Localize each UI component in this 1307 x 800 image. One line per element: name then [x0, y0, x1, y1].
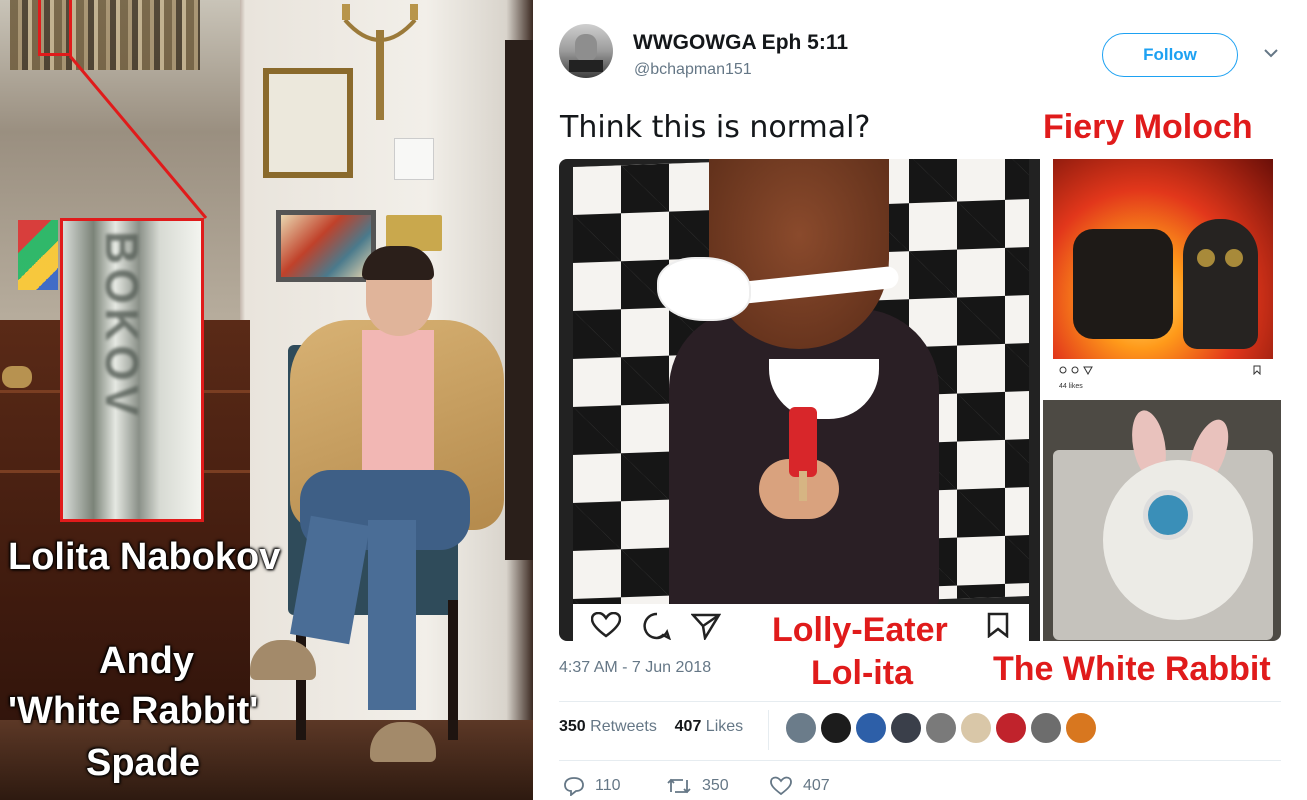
rabbit-eye	[1143, 490, 1193, 540]
caption-person-line2: 'White Rabbit'	[8, 690, 259, 732]
instagram-action-bar-small: 44 likes	[1053, 359, 1273, 397]
owl-eye	[1225, 249, 1243, 267]
user-handle[interactable]: @bchapman151	[634, 61, 752, 79]
liker-avatar[interactable]	[855, 712, 887, 744]
caption-book: Lolita Nabokov	[8, 536, 281, 578]
zoom-inset-text: BOKOV	[96, 231, 148, 420]
liker-avatar[interactable]	[785, 712, 817, 744]
follow-button[interactable]: Follow	[1102, 33, 1238, 77]
like-count: 407	[803, 777, 830, 794]
ig-likes-count: 44 likes	[1059, 383, 1083, 390]
tweet-actions: 110 350 407	[559, 776, 959, 800]
tweet-text: Think this is normal?	[560, 110, 871, 145]
tweet-stats: 350 Retweets 407 Likes	[559, 718, 743, 736]
retweet-icon	[667, 778, 691, 794]
caption-person-line3: Spade	[86, 742, 201, 784]
annotation-white-rabbit: The White Rabbit	[993, 650, 1271, 688]
bookmark-icon	[987, 612, 1009, 638]
stats-separator	[768, 710, 769, 750]
chevron-down-icon[interactable]	[1262, 44, 1280, 62]
like-action[interactable]: 407	[769, 776, 830, 796]
rabbit-mask	[1103, 460, 1253, 620]
reply-action[interactable]: 110	[563, 776, 621, 796]
divider	[559, 701, 1281, 702]
liker-avatar[interactable]	[890, 712, 922, 744]
likers-avatar-row[interactable]	[785, 712, 1100, 744]
liker-avatar[interactable]	[960, 712, 992, 744]
bookmark-icon	[1253, 365, 1261, 375]
avatar[interactable]	[559, 24, 613, 78]
heart-comment-share-icons	[1059, 366, 1093, 375]
annotation-lolly-eater-line2: Lol-ita	[811, 654, 913, 692]
media-main-photo[interactable]	[559, 159, 1040, 641]
retweet-count: 350	[702, 777, 729, 794]
retweets-count[interactable]: 350	[559, 718, 586, 735]
owl-statue	[1183, 219, 1258, 349]
popsicle-stick	[799, 471, 807, 501]
popsicle	[789, 407, 817, 477]
heart-icon	[591, 612, 621, 638]
display-name[interactable]: WWGOWGA Eph 5:11	[633, 31, 848, 55]
liker-avatar[interactable]	[995, 712, 1027, 744]
media-rabbit-photo[interactable]	[1043, 400, 1281, 641]
zoom-inset: BOKOV	[60, 218, 204, 522]
likes-count[interactable]: 407	[675, 718, 702, 735]
left-photo: BOKOV Lolita Nabokov Andy 'White Rabbit'…	[0, 0, 533, 800]
caption-person-line1: Andy	[99, 640, 194, 682]
annotation-fiery-moloch: Fiery Moloch	[1043, 108, 1253, 146]
girl-head	[709, 159, 889, 349]
liker-avatar[interactable]	[1030, 712, 1062, 744]
likes-label[interactable]: Likes	[706, 718, 743, 735]
retweets-label[interactable]: Retweets	[590, 718, 657, 735]
reply-icon	[564, 777, 584, 796]
tweet-media-grid[interactable]: 44 likes	[559, 159, 1281, 641]
media-fireplace-photo[interactable]: 44 likes	[1043, 159, 1281, 397]
annotation-lolly-eater-line1: Lolly-Eater	[772, 611, 948, 649]
heart-icon	[770, 776, 792, 796]
hair-bow	[659, 259, 749, 319]
avatar-face	[575, 34, 597, 62]
liker-avatar[interactable]	[925, 712, 957, 744]
owl-eye	[1197, 249, 1215, 267]
divider	[559, 760, 1281, 761]
fireplace-logs	[1073, 229, 1173, 339]
avatar-booking-board	[569, 60, 603, 72]
share-icon	[691, 613, 721, 640]
tweet-timestamp[interactable]: 4:37 AM - 7 Jun 2018	[559, 659, 711, 677]
reply-count: 110	[595, 777, 621, 794]
comment-icon	[643, 612, 671, 640]
retweet-action[interactable]: 350	[666, 776, 729, 796]
liker-avatar[interactable]	[1065, 712, 1097, 744]
liker-avatar[interactable]	[820, 712, 852, 744]
